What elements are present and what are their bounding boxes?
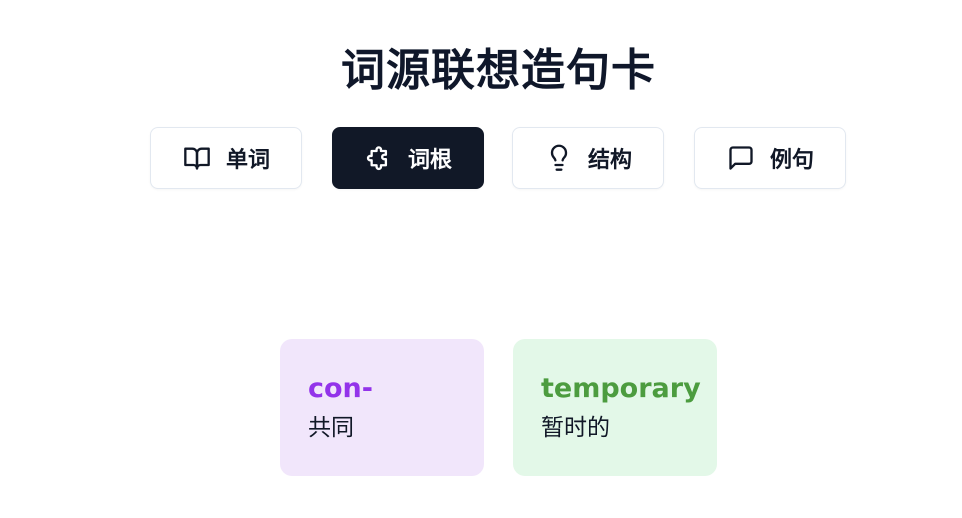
tab-structure-label: 结构 (587, 148, 632, 173)
book-open-icon (182, 143, 212, 173)
tab-structure[interactable]: 结构 (512, 127, 664, 189)
root-card[interactable]: con- 共同 (280, 339, 484, 476)
word-card[interactable]: temporary 暂时的 (513, 339, 717, 476)
tab-root[interactable]: 词根 (332, 127, 484, 189)
root-card-word: con- (308, 373, 373, 404)
tab-example-label: 例句 (769, 148, 814, 173)
lightbulb-icon (544, 143, 574, 173)
message-square-icon (726, 143, 756, 173)
tab-root-label: 词根 (407, 148, 452, 173)
tab-word[interactable]: 单词 (150, 127, 302, 189)
tab-example[interactable]: 例句 (694, 127, 846, 189)
word-card-meaning: 暂时的 (541, 415, 610, 441)
page: 词源联想造句卡 单词 词根 结构 例句 con- 共同 temporary 暂时… (0, 0, 962, 518)
word-card-word: temporary (541, 373, 701, 404)
page-title: 词源联想造句卡 (341, 45, 656, 96)
tab-word-label: 单词 (225, 148, 270, 173)
puzzle-icon (364, 143, 394, 173)
root-card-meaning: 共同 (308, 415, 354, 441)
